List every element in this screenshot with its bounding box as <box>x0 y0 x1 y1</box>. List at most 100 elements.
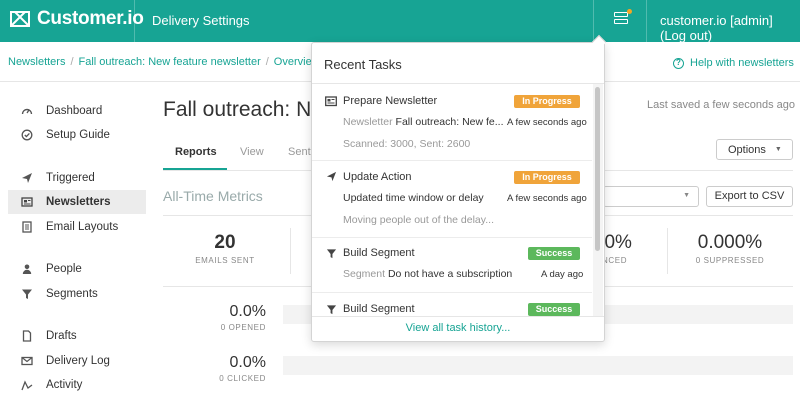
logo[interactable]: Customer.io <box>9 8 144 30</box>
activity-icon <box>20 378 34 392</box>
tab-view[interactable]: View <box>240 146 264 158</box>
top-bar: Customer.io Delivery Settings customer.i… <box>0 0 800 43</box>
view-all-task-history-link[interactable]: View all task history... <box>312 322 604 334</box>
caret-down-icon: ▼ <box>774 146 782 153</box>
document-icon <box>20 329 34 343</box>
funnel-icon <box>325 248 337 260</box>
status-badge: Success <box>528 247 580 260</box>
tab-sent[interactable]: Sent <box>288 146 311 158</box>
breadcrumb-item-newsletter[interactable]: Fall outreach: New feature newsletter <box>79 56 261 68</box>
status-badge: In Progress <box>514 171 580 184</box>
divider <box>290 228 291 274</box>
task-name: Build Segment <box>343 247 415 259</box>
divider <box>312 316 604 317</box>
task-item[interactable]: Prepare Newsletter In Progress Newslette… <box>312 84 592 160</box>
stat-value: 0.000% <box>697 232 763 253</box>
task-list-scrollbar[interactable] <box>595 87 600 251</box>
sidebar-item-label: Delivery Log <box>46 355 110 367</box>
sidebar-item-people[interactable]: People <box>8 257 146 281</box>
stat-label: 0 CLICKED <box>219 374 266 383</box>
options-dropdown[interactable]: Options ▼ <box>716 139 793 160</box>
sidebar-item-activity[interactable]: Activity <box>8 373 146 397</box>
status-badge: Success <box>528 303 580 316</box>
sidebar-item-label: Setup Guide <box>46 129 110 141</box>
newspaper-icon <box>20 195 34 209</box>
stat-opened: 0.0% 0 OPENED <box>190 303 266 332</box>
paper-plane-icon <box>20 171 34 185</box>
person-icon <box>20 262 34 276</box>
help-label: Help with newsletters <box>690 57 794 69</box>
sidebar-item-label: Newsletters <box>46 196 111 208</box>
task-item[interactable]: Build Segment Success <box>312 293 592 316</box>
task-detail-prefix: Segment <box>343 268 386 280</box>
sidebar-item-label: Email Layouts <box>46 221 119 233</box>
stat-value: 0.0% <box>229 303 266 320</box>
stat-emails-sent: 20 EMAILS SENT <box>170 232 280 265</box>
breadcrumb-item-newsletters[interactable]: Newsletters <box>8 56 65 68</box>
task-name: Build Segment <box>343 303 415 315</box>
gauge-icon <box>20 104 34 118</box>
sidebar-item-delivery-log[interactable]: Delivery Log <box>8 349 146 373</box>
sidebar-item-dashboard[interactable]: Dashboard <box>8 99 146 123</box>
task-time: A few seconds ago <box>507 193 587 204</box>
clicked-bar-track <box>283 356 793 375</box>
stat-label: 0 OPENED <box>220 323 266 332</box>
newspaper-icon <box>325 96 337 108</box>
filter-select[interactable]: ▼ <box>603 186 699 207</box>
metrics-title: All-Time Metrics <box>163 188 263 204</box>
sidebar-item-segments[interactable]: Segments <box>8 282 146 306</box>
options-label: Options <box>728 143 766 156</box>
stat-label: EMAILS SENT <box>195 256 255 265</box>
sidebar-item-label: People <box>46 263 82 275</box>
stat-suppressed: 0.000% 0 SUPPRESSED <box>680 232 780 265</box>
task-detail-value: Updated time window or delay <box>343 192 484 204</box>
export-csv-button[interactable]: Export to CSV <box>706 186 793 207</box>
sidebar-item-newsletters[interactable]: Newsletters <box>8 190 146 214</box>
task-detail: Updated time window or delay <box>343 192 484 204</box>
mail-icon <box>20 354 34 368</box>
task-detail: Newsletter Fall outreach: New fe... <box>343 116 504 128</box>
task-name: Update Action <box>343 171 412 183</box>
sidebar-item-triggered[interactable]: Triggered <box>8 166 146 190</box>
report-tabs: Reports View Sent <box>163 144 313 170</box>
sidebar-item-label: Segments <box>46 288 98 300</box>
task-progress: Scanned: 3000, Sent: 2600 <box>343 138 471 150</box>
task-detail: Segment Do not have a subscription <box>343 268 512 280</box>
task-time: A day ago <box>541 269 584 280</box>
recent-tasks-popover: Recent Tasks Prepare Newsletter In Progr… <box>311 34 607 342</box>
customer-io-logo-icon <box>10 11 30 27</box>
top-section-link[interactable]: Delivery Settings <box>152 13 250 28</box>
sidebar-item-email-layouts[interactable]: Email Layouts <box>8 215 146 239</box>
user-account-link[interactable]: customer.io [admin] (Log out) <box>660 13 800 43</box>
logo-text: Customer.io <box>37 8 144 29</box>
divider <box>667 228 668 274</box>
recent-tasks-button[interactable] <box>593 0 647 42</box>
tab-reports[interactable]: Reports <box>175 146 217 158</box>
question-icon: ? <box>673 57 684 69</box>
funnel-icon <box>325 304 337 316</box>
check-circle-icon <box>20 128 34 142</box>
stat-value: 20 <box>214 232 236 253</box>
task-list: Prepare Newsletter In Progress Newslette… <box>312 84 592 316</box>
task-progress: Moving people out of the delay... <box>343 214 494 226</box>
status-badge: In Progress <box>514 95 580 108</box>
help-link[interactable]: ? Help with newsletters <box>673 57 794 69</box>
sidebar-item-label: Dashboard <box>46 105 103 117</box>
paper-plane-icon <box>325 171 337 183</box>
task-time: A few seconds ago <box>507 117 587 128</box>
caret-down-icon: ▼ <box>683 192 690 199</box>
stat-value: 0.0% <box>229 354 266 371</box>
sidebar-item-drafts[interactable]: Drafts <box>8 324 146 348</box>
sidebar-item-label: Drafts <box>46 330 77 342</box>
sidebar-item-setup-guide[interactable]: Setup Guide <box>8 123 146 147</box>
breadcrumb-separator: / <box>70 56 74 68</box>
tasks-notification-dot <box>627 9 632 14</box>
task-detail-prefix: Newsletter <box>343 116 393 128</box>
popover-title: Recent Tasks <box>324 57 402 72</box>
task-detail-value: Do not have a subscription <box>387 268 513 280</box>
top-divider <box>134 0 135 42</box>
task-detail-value: Fall outreach: New fe... <box>395 116 504 128</box>
task-name: Prepare Newsletter <box>343 95 438 107</box>
task-item[interactable]: Update Action In Progress Updated time w… <box>312 161 592 237</box>
task-item[interactable]: Build Segment Success Segment Do not hav… <box>312 238 592 292</box>
